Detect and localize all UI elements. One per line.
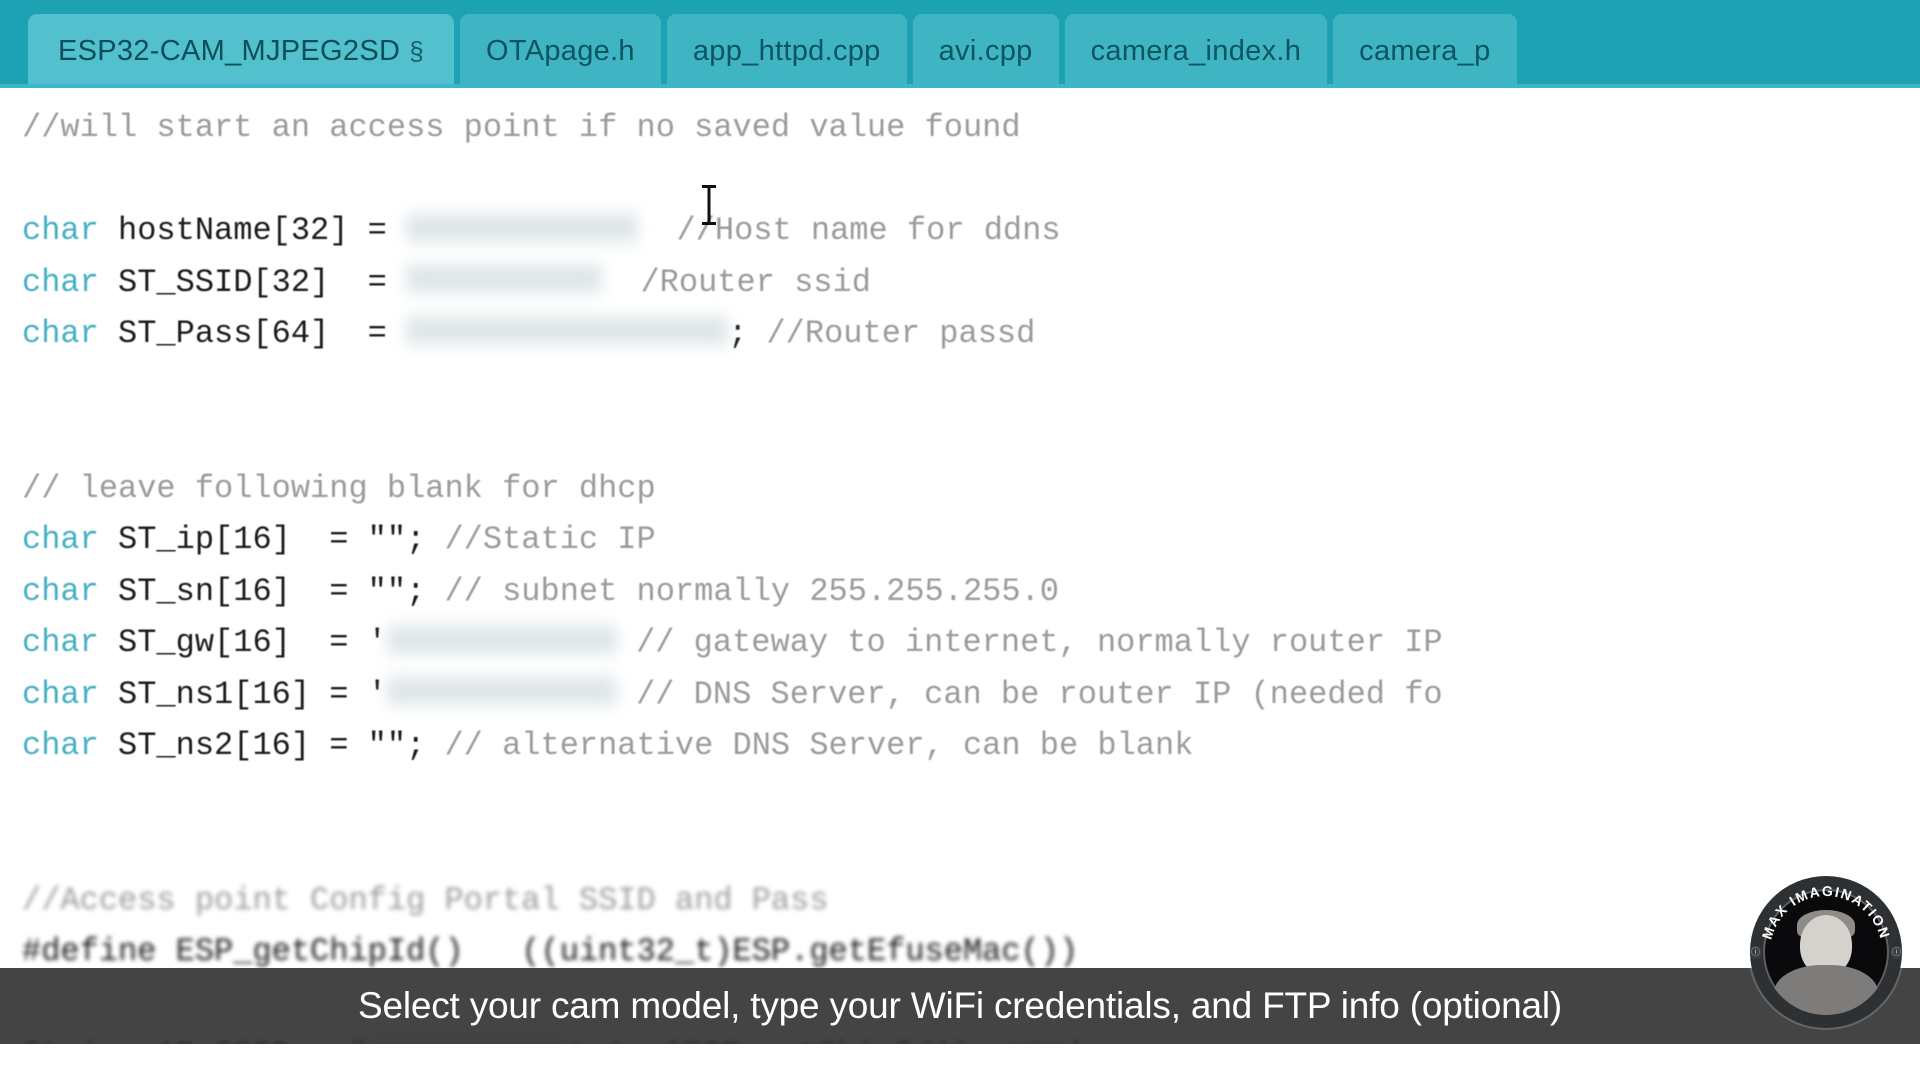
watermark-badge-right-icon: ⓘ <box>1890 946 1902 959</box>
code-line: char ST_ns1[16] = ' // DNS Server, can b… <box>22 669 1920 721</box>
code-line: char ST_ns2[16] = ""; // alternative DNS… <box>22 720 1920 772</box>
code-token-kw: char <box>22 675 99 713</box>
editor-tab-label: camera_index.h <box>1090 34 1302 67</box>
code-line: //will start an access point if no saved… <box>22 102 1920 154</box>
editor-tab-bar: ESP32-CAM_MJPEG2SD § OTApage.h app_httpd.cp… <box>0 0 1920 88</box>
redacted-value <box>406 259 603 300</box>
redacted-value <box>386 671 617 712</box>
code-line: char ST_gw[16] = ' // gateway to interne… <box>22 617 1920 669</box>
code-token-kw: char <box>22 212 99 249</box>
code-line: //Access point Config Portal SSID and Pa… <box>22 875 1920 927</box>
code-token-kw: char <box>22 521 99 558</box>
code-token-cmt: //will start an access point if no saved… <box>22 109 1021 146</box>
code-line: char ST_SSID[32] = /Router ssid <box>22 257 1920 309</box>
code-token-plain: ST_ns2[16] = ""; <box>98 727 445 764</box>
editor-tab-label: camera_p <box>1359 34 1491 67</box>
editor-tab-camera-index-h[interactable]: camera_index.h <box>1064 14 1328 88</box>
redacted-value <box>386 619 617 660</box>
code-token-plain: getEfuseMac()) <box>809 933 1079 970</box>
editor-tab-label: ESP32-CAM_MJPEG2SD <box>58 34 401 67</box>
code-token-plain: ST_SSID[32] = <box>98 263 407 301</box>
code-token-cmt: // subnet normally 255.255.255.0 <box>444 572 1059 610</box>
editor-tab-avi-cpp[interactable]: avi.cpp <box>912 14 1059 88</box>
editor-tab-esp32-cam-mjpeg2sd[interactable]: ESP32-CAM_MJPEG2SD § <box>28 14 454 88</box>
code-token-cmt: //Access point Config Portal SSID and Pa… <box>22 881 829 919</box>
code-token-kw: char <box>22 263 99 301</box>
code-token-cmt: //Host name for ddns <box>676 212 1061 249</box>
code-token-plain: hostName[32] = <box>98 212 407 249</box>
code-token-cmt: //Static IP <box>444 521 656 558</box>
editor-tab-label: avi.cpp <box>938 34 1033 67</box>
code-token-cmt: // alternative DNS Server, can be blank <box>444 727 1194 764</box>
code-line: // leave following blank for dhcp <box>22 463 1920 515</box>
watermark-ring-text: MAX IMAGINATION <box>1759 883 1894 941</box>
code-token-cmt: // leave following blank for dhcp <box>22 469 656 507</box>
code-token-kw: char <box>22 572 99 610</box>
video-caption-bar: Select your cam model, type your WiFi cr… <box>0 968 1920 1044</box>
code-token-kw: char <box>22 624 99 661</box>
code-line: char ST_Pass[64] = ; //Router passd <box>22 308 1920 360</box>
code-bottom-sliver <box>0 1044 1920 1080</box>
code-token-kw: char <box>22 727 99 764</box>
code-token-cmt: // gateway to internet, normally router … <box>636 624 1443 661</box>
code-token-kw: char <box>22 315 99 352</box>
caption-text: Select your cam model, type your WiFi cr… <box>358 985 1562 1026</box>
code-line: char ST_ip[16] = ""; //Static IP <box>22 514 1920 566</box>
code-token-cmt: /Router ssid <box>640 263 871 301</box>
code-line: char hostName[32] = //Host name for ddns <box>22 205 1920 257</box>
channel-watermark-avatar[interactable]: MAX IMAGINATION ⓘ ⓘ <box>1750 876 1902 1028</box>
editor-tab-label: app_httpd.cpp <box>692 34 881 67</box>
code-editor-pane[interactable]: //will start an access point if no saved… <box>0 88 1920 1080</box>
code-token-cmt: //Router passd <box>766 315 1036 352</box>
code-line: char ST_sn[16] = ""; // subnet normally … <box>22 566 1920 618</box>
code-token-plain: ; <box>728 315 767 352</box>
redacted-value <box>406 310 729 351</box>
code-token-plain: ST_Pass[64] = <box>98 315 407 352</box>
svg-text:MAX IMAGINATION: MAX IMAGINATION <box>1759 883 1894 941</box>
redacted-value <box>406 207 639 248</box>
code-token-plain: ST_gw[16] = ' <box>98 624 387 661</box>
code-token-plain: ST_sn[16] = ""; <box>98 572 445 610</box>
code-token-cmt: // DNS Server, can be router IP (needed … <box>636 675 1443 713</box>
screen-capture: ESP32-CAM_MJPEG2SD § OTApage.h app_httpd.cp… <box>0 0 1920 1080</box>
editor-tab-label: OTApage.h <box>486 34 635 67</box>
code-token-plain: #define ESP_getChipId() ((uint32_t)ESP. <box>22 933 810 970</box>
code-token-plain: ST_ns1[16] = ' <box>98 675 387 713</box>
editor-tab-otapage-h[interactable]: OTApage.h <box>460 14 661 88</box>
code-token-plain: ST_ip[16] = ""; <box>98 521 445 558</box>
editor-tab-camera-p[interactable]: camera_p <box>1333 14 1517 88</box>
editor-tab-modified-icon: § <box>409 35 424 66</box>
editor-tab-app-httpd-cpp[interactable]: app_httpd.cpp <box>666 14 907 88</box>
